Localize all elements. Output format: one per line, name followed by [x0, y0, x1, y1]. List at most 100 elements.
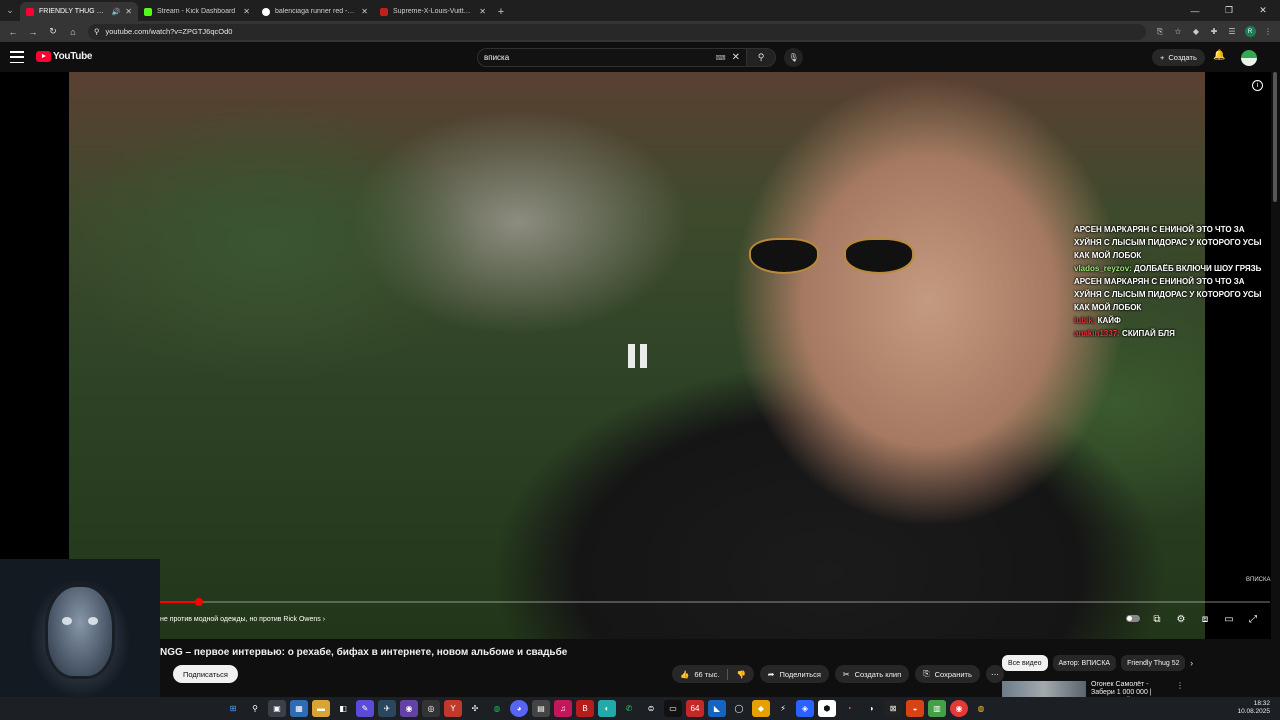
search-icon[interactable]: ⚲: [246, 700, 264, 717]
app-icon[interactable]: ◆: [752, 700, 770, 717]
bookmark-star-icon[interactable]: ☆: [1170, 24, 1186, 40]
youtube-logo[interactable]: YouTube: [36, 51, 93, 62]
task-view-icon[interactable]: ▣: [268, 700, 286, 717]
theater-mode-icon[interactable]: ▭: [1222, 614, 1236, 625]
chip-author[interactable]: Автор: ВПИСКА: [1052, 655, 1117, 671]
firefox-icon[interactable]: ◔: [840, 700, 858, 717]
app-icon[interactable]: ◈: [796, 700, 814, 717]
scrollbar-thumb[interactable]: [1273, 72, 1277, 202]
app-icon[interactable]: ✣: [466, 700, 484, 717]
search-input[interactable]: вписка ⌨ ✕: [477, 48, 747, 67]
recommended-title[interactable]: Огонек Самолёт - Забери 1 000 000 | Пятн…: [1091, 681, 1171, 697]
reload-icon[interactable]: ↻: [44, 23, 62, 41]
recommended-video[interactable]: Огонек Самолёт - Забери 1 000 000 | Пятн…: [1002, 681, 1184, 697]
browser-tab-1[interactable]: FRIENDLY THUG 52 NGG – 🔊 ✕: [20, 2, 138, 21]
app-icon[interactable]: ◐: [598, 700, 616, 717]
reading-list-icon[interactable]: ☰: [1224, 24, 1240, 40]
profile-avatar[interactable]: R: [1242, 24, 1258, 40]
chrome-icon[interactable]: ◍: [972, 700, 990, 717]
spotify-icon[interactable]: ◍: [488, 700, 506, 717]
fullscreen-icon[interactable]: ⤢: [1246, 614, 1260, 625]
app-icon[interactable]: ▤: [532, 700, 550, 717]
clear-search-icon[interactable]: ✕: [732, 52, 740, 63]
account-avatar[interactable]: [1241, 50, 1257, 66]
terminal-icon[interactable]: ▭: [664, 700, 682, 717]
app-icon[interactable]: ◒: [906, 700, 924, 717]
windows-start-icon[interactable]: ⊞: [224, 700, 242, 717]
progress-scrubber[interactable]: [194, 598, 203, 606]
create-button[interactable]: + Создать: [1152, 49, 1205, 66]
twitch-icon[interactable]: ◉: [400, 700, 418, 717]
autoplay-toggle[interactable]: [1126, 614, 1140, 625]
app-icon[interactable]: ◯: [730, 700, 748, 717]
yandex-icon[interactable]: Y: [444, 700, 462, 717]
maximize-icon[interactable]: ❐: [1212, 0, 1246, 21]
site-info-icon[interactable]: ⚲: [94, 27, 100, 36]
app-icon[interactable]: ⊜: [642, 700, 660, 717]
video-thumbnail[interactable]: [1002, 681, 1086, 697]
home-icon[interactable]: ⌂: [64, 23, 82, 41]
steam-icon[interactable]: ✈: [378, 700, 396, 717]
address-bar[interactable]: ⚲ youtube.com/watch?v=ZPGTJ6qcOd0: [88, 23, 1146, 40]
page-scrollbar[interactable]: [1271, 42, 1280, 697]
app-icon[interactable]: ⬢: [818, 700, 836, 717]
chip-all-videos[interactable]: Все видео: [1002, 655, 1048, 671]
settings-gear-icon[interactable]: ⚙: [1174, 614, 1188, 625]
music-icon[interactable]: ♫: [554, 700, 572, 717]
browser-tab-3[interactable]: balenciaga runner red - Поиск ✕: [256, 2, 374, 21]
chevron-right-icon[interactable]: ›: [1190, 658, 1193, 668]
info-icon[interactable]: i: [1252, 80, 1263, 91]
whatsapp-icon[interactable]: ✆: [620, 700, 638, 717]
app-icon[interactable]: ⚡: [774, 700, 792, 717]
widgets-icon[interactable]: ▦: [290, 700, 308, 717]
epic-games-icon[interactable]: ◎: [422, 700, 440, 717]
save-button[interactable]: ⎘ Сохранить: [915, 665, 980, 683]
app-icon[interactable]: ◧: [334, 700, 352, 717]
extension-icon[interactable]: ◆: [1188, 24, 1204, 40]
chip-related[interactable]: Friendly Thug 52: [1121, 655, 1186, 671]
tab-search-icon[interactable]: ⌄: [0, 0, 20, 21]
subtitles-icon[interactable]: ⧉: [1150, 614, 1164, 625]
like-button[interactable]: 👍 66 тыс.: [672, 670, 727, 679]
new-tab-plus-icon[interactable]: +: [492, 2, 510, 21]
app-icon[interactable]: ✎: [356, 700, 374, 717]
tab-close-icon[interactable]: ✕: [479, 7, 486, 16]
app-icon[interactable]: ◑: [862, 700, 880, 717]
discord-icon[interactable]: ◕: [510, 700, 528, 717]
subscribe-button[interactable]: Подписаться: [173, 665, 238, 683]
chapter-title[interactable]: не против модной одежды, но против Rick …: [160, 616, 325, 623]
progress-bar[interactable]: [160, 598, 1270, 606]
dislike-button[interactable]: 👎: [728, 670, 753, 679]
app-icon[interactable]: ⊠: [884, 700, 902, 717]
tab-close-icon[interactable]: ✕: [125, 7, 132, 16]
file-explorer-icon[interactable]: ▬: [312, 700, 330, 717]
install-app-icon[interactable]: ⎘: [1152, 24, 1168, 40]
app-icon[interactable]: B: [576, 700, 594, 717]
tab-close-icon[interactable]: ✕: [361, 7, 368, 16]
search-button[interactable]: ⚲: [746, 48, 776, 67]
browser-tab-4[interactable]: Supreme-X-Louis-Vuitton-Box ✕: [374, 2, 492, 21]
clip-button[interactable]: ✂ Создать клип: [834, 665, 910, 683]
keyboard-icon[interactable]: ⌨: [716, 54, 726, 62]
notifications-bell-icon[interactable]: 🔔: [1213, 50, 1225, 61]
speaker-icon[interactable]: 🔊: [112, 8, 121, 16]
back-arrow-icon[interactable]: ←: [4, 23, 22, 41]
tab-close-icon[interactable]: ✕: [243, 7, 250, 16]
app-icon[interactable]: ▥: [928, 700, 946, 717]
browser-tab-2[interactable]: Stream - Kick Dashboard ✕: [138, 2, 256, 21]
app-icon[interactable]: ◣: [708, 700, 726, 717]
browser-menu-icon[interactable]: ⋮: [1260, 24, 1276, 40]
voice-search-button[interactable]: 🎙: [784, 48, 803, 67]
minimize-icon[interactable]: —: [1178, 0, 1212, 21]
share-button[interactable]: ➦ Поделиться: [759, 665, 829, 683]
forward-arrow-icon[interactable]: →: [24, 23, 42, 41]
more-options-icon[interactable]: ⋮: [1176, 681, 1184, 697]
hamburger-menu-icon[interactable]: [10, 51, 24, 63]
miniplayer-icon[interactable]: ⧈: [1198, 614, 1212, 625]
window-close-icon[interactable]: ✕: [1246, 0, 1280, 21]
extensions-puzzle-icon[interactable]: ✚: [1206, 24, 1222, 40]
app-icon[interactable]: 64: [686, 700, 704, 717]
pause-icon[interactable]: [626, 344, 648, 368]
system-clock[interactable]: 18:32 10.08.2025: [1237, 700, 1270, 716]
app-icon[interactable]: ◉: [950, 700, 968, 717]
